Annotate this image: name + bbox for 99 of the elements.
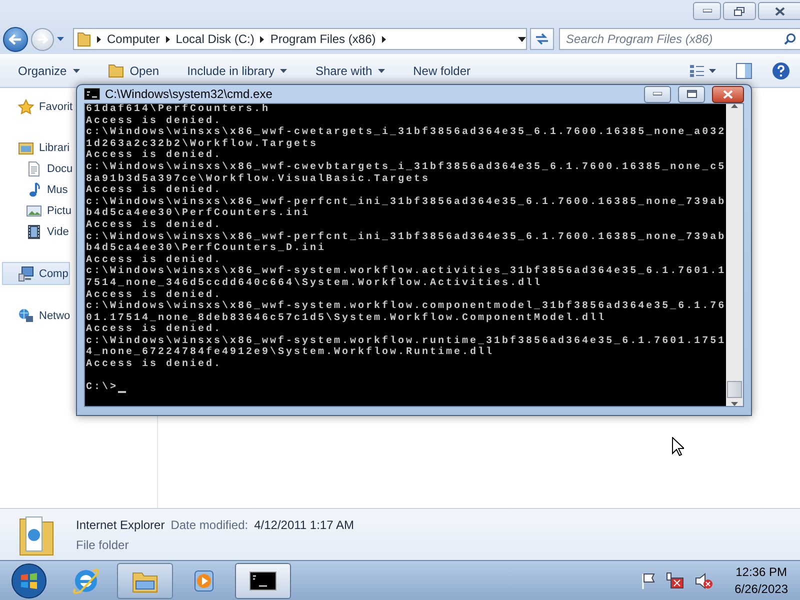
maximize-icon — [686, 90, 696, 98]
sidebar-item[interactable]: Docu — [0, 158, 73, 179]
toolbar-button[interactable]: New folder — [407, 61, 476, 81]
console-line: b4d5ca4ee30\PerfCounters_D.ini — [86, 243, 326, 254]
close-icon — [775, 6, 785, 16]
console-line: 1d263a2c32b2\Workflow.Targets — [86, 138, 318, 150]
help-icon[interactable] — [772, 62, 790, 80]
sidebar-item[interactable]: Vide — [0, 221, 69, 242]
file-type: File folder — [76, 538, 130, 552]
sidebar-item[interactable]: Comp — [2, 262, 70, 285]
close-button[interactable] — [758, 2, 800, 20]
console-line: Access is denied. — [86, 359, 222, 371]
close-button[interactable] — [712, 86, 744, 102]
console-line: Access is denied. — [86, 324, 222, 336]
console-line: Access is denied. — [86, 116, 222, 127]
minimize-button[interactable] — [644, 86, 671, 102]
clock-date: 6/26/2023 — [734, 582, 788, 596]
picture-icon — [26, 202, 42, 218]
caret-icon — [378, 69, 386, 73]
refresh-icon — [535, 33, 549, 45]
chevron-right-icon[interactable] — [166, 36, 170, 42]
chevron-right-icon[interactable] — [97, 36, 101, 42]
folder-icon — [108, 64, 124, 78]
console-line: 4_none_67224784fe4912e9\System.Workflow.Runtime.dll — [86, 347, 494, 358]
restore-button[interactable] — [723, 2, 756, 20]
taskbar-button[interactable] — [235, 562, 291, 598]
toolbar-button[interactable]: Share with — [309, 61, 392, 81]
address-bar[interactable]: Computer Local Disk (C:) Program Files (x86) — [73, 28, 527, 50]
mouse-pointer-icon — [672, 437, 684, 456]
breadcrumb-item[interactable]: Local Disk (C:) — [176, 32, 254, 46]
sidebar-item[interactable]: Favorit — [0, 96, 73, 117]
date-modified: 4/12/2011 1:17 AM — [254, 518, 354, 532]
console-line: Access is denied. — [86, 254, 222, 266]
dropdown-caret-icon[interactable] — [518, 36, 526, 42]
toolbar-button[interactable]: Open — [102, 61, 166, 81]
console-line: c:\Windows\winsxs\x86_wwf-perfcnt_ini_31bf3856ad364e35_6.1.7600.16385_none_739ab — [86, 196, 726, 208]
console-line: c:\Windows\winsxs\x86_wwf-cwevbtargets_i_31bf3856ad364e35_6.1.7600.16385_none_c5 — [86, 162, 726, 174]
window-title: C:\Windows\system32\cmd.exe — [105, 87, 272, 101]
minimize-icon — [653, 92, 662, 96]
scroll-down-icon[interactable] — [731, 402, 738, 406]
minimize-icon — [702, 9, 712, 13]
maximize-button[interactable] — [678, 86, 705, 102]
view-options-icon[interactable] — [690, 65, 716, 77]
back-button[interactable] — [3, 26, 28, 52]
minimize-button[interactable] — [693, 2, 721, 20]
sidebar-item[interactable]: Librari — [0, 137, 70, 158]
caret-icon — [72, 69, 80, 73]
caret-icon — [280, 69, 288, 73]
toolbar-button[interactable]: Include in library — [181, 61, 294, 81]
command-prompt: C:\> — [86, 382, 118, 394]
sidebar-item[interactable]: Mus — [0, 179, 68, 200]
console-line: Access is denied. — [86, 150, 222, 162]
refresh-button[interactable] — [530, 28, 554, 50]
film-icon — [26, 224, 42, 240]
breadcrumb-item[interactable]: Program Files (x86) — [270, 32, 376, 46]
console-line: b4d5ca4ee30\PerfCounters.ini — [86, 208, 310, 220]
back-arrow-icon — [9, 34, 22, 44]
console-line: c:\Windows\winsxs\x86_wwf-cwetargets_i_31bf3856ad364e35_6.1.7600.16385_none_a032 — [86, 127, 726, 138]
document-icon — [26, 160, 42, 176]
recent-pages-caret-icon[interactable] — [57, 37, 64, 41]
breadcrumb-item[interactable]: Computer — [107, 32, 160, 46]
sidebar-item[interactable]: Netwo — [0, 305, 70, 326]
console-line: Access is denied. — [86, 290, 222, 300]
console-line: 01.17514_none_8deb83646c57c1d5\System.Workflow.ComponentModel.dll — [86, 312, 606, 324]
chevron-right-icon[interactable] — [382, 36, 386, 42]
date-label: Date modified: — [170, 518, 248, 532]
folder-icon — [77, 31, 91, 47]
network-error-icon[interactable] — [664, 572, 685, 590]
clock[interactable]: 12:36 PM 6/26/2023 — [730, 565, 792, 596]
search-field[interactable]: Search Program Files (x86) — [559, 28, 800, 50]
star-icon — [18, 98, 34, 114]
console-line: c:\Windows\winsxs\x86_wwf-perfcnt_ini_31bf3856ad364e35_6.1.7600.16385_none_739ab — [86, 232, 726, 243]
file-name: Internet Explorer — [76, 518, 165, 532]
toolbar-button[interactable]: Organize — [12, 61, 86, 81]
library-icon — [18, 140, 34, 156]
close-icon — [723, 90, 733, 98]
sidebar-item[interactable]: Pictu — [0, 200, 72, 221]
network-icon — [18, 308, 34, 324]
console-icon — [84, 88, 100, 100]
clock-time: 12:36 PM — [736, 565, 787, 579]
flag-icon[interactable] — [640, 572, 655, 588]
computer-icon — [18, 266, 34, 282]
console-line: Access is denied. — [86, 220, 222, 232]
console-line: c:\Windows\winsxs\x86_wwf-system.workflow.runtime_31bf3856ad364e35_6.1.7601.1751 — [86, 336, 726, 347]
chevron-right-icon[interactable] — [260, 36, 264, 42]
console-line: 8a91b3d5a397ce\Workflow.VisualBasic.Targets — [86, 174, 430, 185]
console-line: c:\Windows\winsxs\x86_wwf-system.workflow.componentmodel_31bf3856ad364e35_6.1.76 — [86, 301, 726, 312]
scrollbar-thumb[interactable] — [727, 381, 742, 398]
console-line: 7514_none_346d5ccdd640c664\System.Workflow.Activities.dll — [86, 278, 542, 290]
forward-arrow-icon — [37, 34, 48, 44]
restore-icon — [734, 6, 745, 16]
console-line: Access is denied. — [86, 185, 222, 196]
search-icon — [784, 33, 796, 45]
text-cursor — [118, 390, 126, 393]
console-line: c:\Windows\winsxs\x86_wwf-system.workflow.activities_31bf3856ad364e35_6.1.7601.1 — [86, 266, 726, 278]
scrollbar[interactable] — [726, 104, 743, 406]
speaker-muted-icon[interactable] — [694, 572, 713, 588]
preview-pane-icon[interactable] — [736, 63, 752, 79]
start-button-icon[interactable] — [11, 562, 47, 598]
